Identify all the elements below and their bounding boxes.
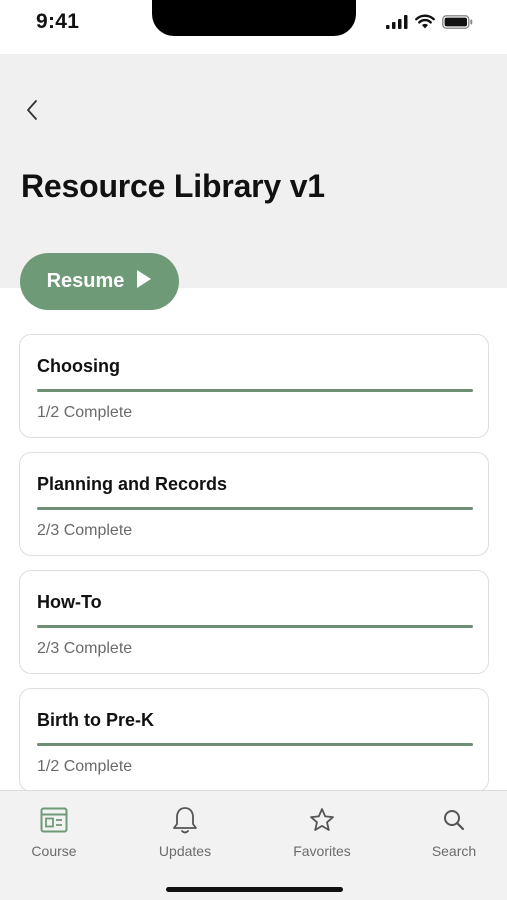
bell-icon	[170, 805, 200, 835]
tab-bar: Course Updates Favorites Search	[0, 790, 507, 900]
search-icon	[439, 805, 469, 835]
module-title: Choosing	[37, 356, 120, 376]
home-indicator	[166, 887, 343, 892]
module-status: 2/3 Complete	[37, 522, 133, 539]
star-icon	[307, 805, 337, 835]
progress-bar	[37, 507, 473, 510]
tab-label: Course	[31, 843, 77, 859]
resume-label: Resume	[46, 270, 125, 292]
progress-fill	[37, 389, 473, 392]
status-time: 9:41	[36, 10, 80, 33]
module-card[interactable]: Birth to Pre-K 1/2 Complete	[19, 688, 489, 792]
status-icons	[386, 14, 473, 34]
progress-fill	[37, 625, 473, 628]
progress-bar	[37, 625, 473, 628]
module-status: 2/3 Complete	[37, 640, 133, 657]
progress-bar	[37, 743, 473, 746]
wifi-icon	[415, 14, 435, 34]
module-status: 1/2 Complete	[37, 404, 133, 421]
module-card[interactable]: Choosing 1/2 Complete	[19, 334, 489, 438]
module-title: Birth to Pre-K	[37, 710, 154, 730]
tab-course[interactable]: Course	[4, 805, 104, 859]
module-status: 1/2 Complete	[37, 758, 133, 775]
play-icon	[136, 269, 152, 295]
tab-label: Favorites	[293, 843, 351, 859]
tab-label: Updates	[158, 843, 212, 859]
status-bar: 9:41	[0, 0, 507, 54]
progress-fill	[37, 743, 473, 746]
back-button[interactable]	[18, 98, 46, 126]
progress-bar	[37, 389, 473, 392]
tab-search[interactable]: Search	[404, 805, 504, 859]
module-title: Planning and Records	[37, 474, 228, 494]
device-notch	[152, 0, 356, 36]
chevron-left-icon	[25, 99, 39, 126]
tab-updates[interactable]: Updates	[135, 805, 235, 859]
battery-icon	[442, 14, 473, 34]
module-title: How-To	[37, 592, 102, 612]
page-title: Resource Library v1	[21, 168, 325, 204]
module-card[interactable]: Planning and Records 2/3 Complete	[19, 452, 489, 556]
signal-icon	[386, 14, 408, 34]
module-card[interactable]: How-To 2/3 Complete	[19, 570, 489, 674]
resume-button[interactable]: Resume	[20, 253, 179, 310]
course-icon	[39, 805, 69, 835]
progress-fill	[37, 507, 473, 510]
tab-label: Search	[431, 843, 477, 859]
tab-favorites[interactable]: Favorites	[272, 805, 372, 859]
screen: 9:41 Resource Library v1 Resume Choosing…	[0, 0, 507, 900]
